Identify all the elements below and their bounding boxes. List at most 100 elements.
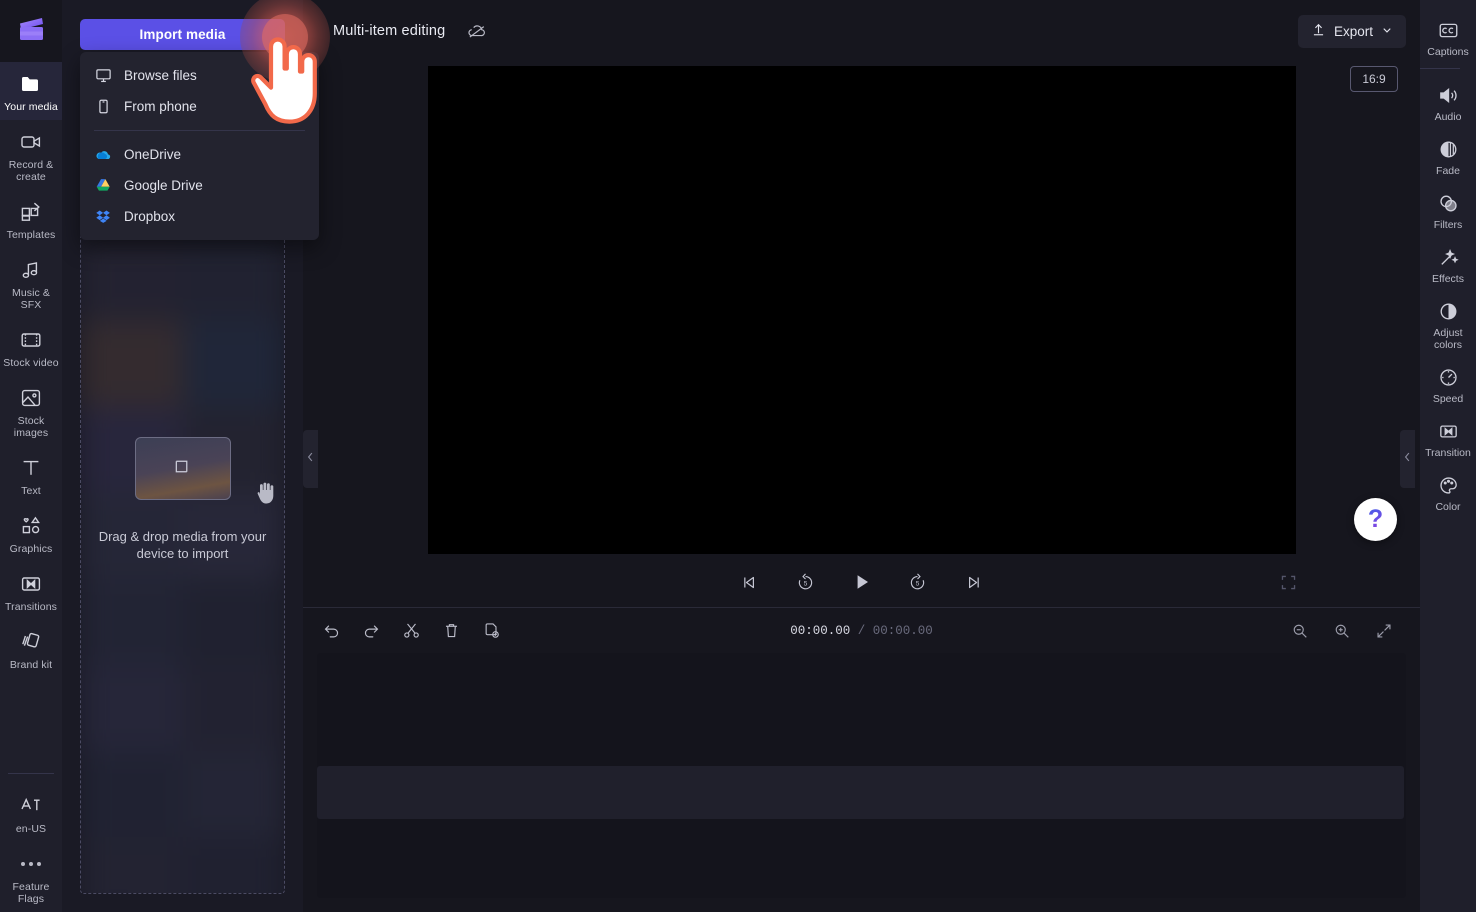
- sidebar-item-your-media[interactable]: Your media: [0, 62, 62, 120]
- left-sidebar: Your media Record & create Templates Music &…: [0, 0, 62, 912]
- right-panel-item-audio[interactable]: Audio: [1420, 75, 1476, 129]
- right-rail-items: Captions Audio Fade Filters Effects Adjust col…: [1420, 10, 1476, 519]
- monitor-icon: [94, 67, 112, 85]
- sidebar-item-graphics[interactable]: Graphics: [0, 504, 62, 562]
- right-panel-item-label: Color: [1435, 501, 1461, 513]
- menu-item-browse-files[interactable]: Browse files: [80, 60, 319, 91]
- delete-button[interactable]: [437, 617, 465, 645]
- menu-label: Browse files: [124, 68, 197, 83]
- project-title[interactable]: Multi-item editing: [333, 23, 445, 39]
- fit-to-screen-button[interactable]: [1370, 617, 1398, 645]
- media-placeholder-thumb: [134, 437, 273, 504]
- top-bar: Multi-item editing Export: [303, 0, 1420, 62]
- import-media-button[interactable]: Import media: [80, 19, 285, 50]
- export-button[interactable]: Export: [1297, 14, 1406, 48]
- drag-hand-icon: [254, 478, 278, 511]
- sidebar-item-feature-flags[interactable]: Feature Flags: [0, 842, 62, 912]
- chevron-down-icon: [1381, 24, 1393, 39]
- collapse-left-panel-button[interactable]: [303, 430, 318, 488]
- right-panel-item-effects[interactable]: Effects: [1420, 237, 1476, 291]
- video-canvas[interactable]: [428, 66, 1296, 554]
- menu-divider: [94, 130, 305, 131]
- right-panel-item-adjust-colors[interactable]: Adjust colors: [1420, 291, 1476, 357]
- sidebar-item-brand-kit[interactable]: Brand kit: [0, 620, 62, 678]
- text-t-icon: [18, 455, 44, 481]
- templates-icon: [18, 199, 44, 225]
- filters-icon: [1436, 191, 1460, 215]
- sidebar-item-stock-images[interactable]: Stock images: [0, 376, 62, 446]
- timeline-tracks[interactable]: [317, 653, 1406, 898]
- right-panel-item-captions[interactable]: Captions: [1420, 10, 1476, 64]
- cloud-off-icon[interactable]: [466, 20, 488, 42]
- right-panel-item-label: Captions: [1427, 46, 1469, 58]
- chevron-left-icon: [306, 450, 315, 468]
- forward-5-seconds-button[interactable]: 5: [905, 569, 931, 595]
- skip-to-end-button[interactable]: [961, 569, 987, 595]
- menu-label: From phone: [124, 99, 197, 114]
- right-panel-item-transition[interactable]: Transition: [1420, 411, 1476, 465]
- aspect-ratio-badge[interactable]: 16:9: [1350, 66, 1398, 92]
- menu-label: Google Drive: [124, 178, 203, 193]
- sidebar-item-templates[interactable]: Templates: [0, 190, 62, 248]
- right-panel-item-label: Adjust colors: [1433, 327, 1463, 351]
- left-rail-items: Your media Record & create Templates Music &…: [0, 62, 62, 678]
- timeline-dropzone[interactable]: [317, 766, 1404, 819]
- sidebar-item-text[interactable]: Text: [0, 446, 62, 504]
- media-panel: Import media Browse files From phone One…: [62, 0, 319, 912]
- menu-item-from-phone[interactable]: From phone: [80, 91, 319, 122]
- total-time: 00:00.00: [872, 623, 933, 638]
- preview-area: 16:9 ?: [303, 62, 1420, 557]
- play-button[interactable]: [849, 569, 875, 595]
- sidebar-item-label: Graphics: [9, 543, 53, 555]
- dropzone-content: Drag & drop media from your device to im…: [81, 437, 284, 562]
- svg-text:5: 5: [804, 580, 808, 587]
- collapse-right-panel-button[interactable]: [1400, 430, 1415, 488]
- speaker-icon: [1436, 83, 1460, 107]
- right-panel-item-label: Fade: [1436, 165, 1460, 177]
- help-button[interactable]: ?: [1354, 498, 1397, 541]
- sidebar-item-label: en-US: [15, 823, 47, 835]
- clipchamp-editor: Your media Record & create Templates Music &…: [0, 0, 1476, 912]
- sidebar-item-en-us[interactable]: en-US: [0, 784, 62, 842]
- phone-icon: [94, 98, 112, 116]
- menu-item-dropbox[interactable]: Dropbox: [80, 201, 319, 232]
- right-panel-item-speed[interactable]: Speed: [1420, 357, 1476, 411]
- right-sidebar: Captions Audio Fade Filters Effects Adjust col…: [1420, 0, 1476, 912]
- skip-to-start-button[interactable]: [737, 569, 763, 595]
- media-dropzone[interactable]: Drag & drop media from your device to im…: [80, 234, 285, 894]
- menu-item-onedrive[interactable]: OneDrive: [80, 139, 319, 170]
- undo-button[interactable]: [317, 617, 345, 645]
- google-drive-icon: [94, 177, 112, 195]
- right-panel-item-label: Effects: [1432, 273, 1464, 285]
- sidebar-item-stock-video[interactable]: Stock video: [0, 318, 62, 376]
- right-panel-item-color[interactable]: Color: [1420, 465, 1476, 519]
- sidebar-item-label: Templates: [6, 229, 56, 241]
- right-panel-item-fade[interactable]: Fade: [1420, 129, 1476, 183]
- rewind-5-seconds-button[interactable]: 5: [793, 569, 819, 595]
- sidebar-item-label: Record & create: [8, 159, 54, 183]
- split-button[interactable]: [397, 617, 425, 645]
- chevron-left-icon: [1403, 450, 1412, 468]
- right-panel-item-label: Transition: [1425, 447, 1471, 459]
- duplicate-button[interactable]: [477, 617, 505, 645]
- menu-item-google-drive[interactable]: Google Drive: [80, 170, 319, 201]
- timeline-section: 00:00.00 / 00:00.00: [303, 607, 1420, 912]
- sidebar-item-music-sfx[interactable]: Music & SFX: [0, 248, 62, 318]
- sidebar-item-transitions[interactable]: Transitions: [0, 562, 62, 620]
- zoom-out-button[interactable]: [1286, 617, 1314, 645]
- sidebar-item-label: Brand kit: [9, 659, 53, 671]
- svg-text:5: 5: [916, 580, 920, 587]
- right-panel-item-label: Speed: [1432, 393, 1464, 405]
- app-logo[interactable]: [0, 0, 62, 62]
- playback-controls: 5 5: [303, 557, 1420, 607]
- blurred-thumbnail-mosaic: [81, 235, 284, 893]
- zoom-in-button[interactable]: [1328, 617, 1356, 645]
- redo-button[interactable]: [357, 617, 385, 645]
- top-bar-actions: Export: [1297, 14, 1420, 48]
- right-panel-item-filters[interactable]: Filters: [1420, 183, 1476, 237]
- fullscreen-button[interactable]: [1276, 570, 1300, 594]
- sidebar-item-record-create[interactable]: Record & create: [0, 120, 62, 190]
- timeline-toolbar: 00:00.00 / 00:00.00: [303, 608, 1420, 653]
- editor-center-column: Multi-item editing Export 16:9 ? 5 5 00:…: [303, 0, 1420, 912]
- upload-arrow-icon: [1311, 22, 1326, 40]
